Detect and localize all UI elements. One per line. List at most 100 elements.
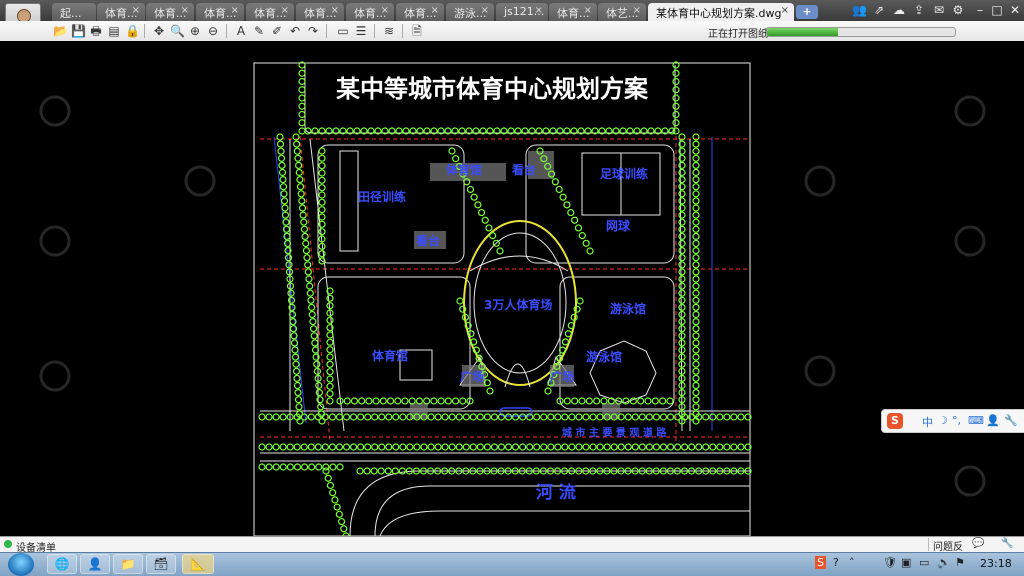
tree (291, 346, 299, 354)
punctuation-icon[interactable]: °, (952, 414, 961, 427)
tree (692, 325, 700, 333)
tray-arrow-icon[interactable]: ˄ (849, 556, 855, 569)
action-center-icon[interactable]: ⚑ (955, 556, 965, 569)
zoom-extents-icon[interactable]: ⊖ (206, 24, 220, 38)
opening-progress-bar (766, 27, 956, 37)
taskbar-clock[interactable]: 23:18 (980, 557, 1012, 570)
taskbar-app-cad[interactable]: 📐 (182, 554, 214, 574)
markup-icon[interactable]: ✐ (270, 24, 284, 38)
close-icon[interactable]: × (132, 5, 140, 16)
users-icon[interactable]: 👥 (852, 3, 867, 17)
close-window-icon[interactable]: ✕ (1008, 3, 1022, 17)
feedback-button[interactable]: 问题反馈 (928, 538, 971, 568)
export-icon[interactable]: ⇪ (912, 3, 926, 17)
keyboard-icon[interactable]: ⌨ (968, 414, 984, 427)
minimize-icon[interactable]: – (973, 3, 987, 17)
status-dot-icon (4, 540, 12, 548)
tab-file[interactable]: 体艺... × (598, 3, 646, 21)
close-icon[interactable]: × (381, 5, 389, 16)
undo-icon[interactable]: ↶ (288, 24, 302, 38)
close-icon[interactable]: × (633, 5, 641, 16)
maximize-icon[interactable]: □ (990, 3, 1004, 17)
ime-toolbar[interactable]: S 中 ☽ °, ⌨ 👤 🔧 (881, 409, 1024, 433)
tree (384, 467, 392, 475)
network-icon[interactable]: ▣ (901, 556, 911, 569)
tab-file[interactable]: 体育... × (549, 3, 597, 21)
volume-icon[interactable]: 🔊 (937, 556, 951, 569)
tab-file[interactable]: 体育... × (396, 3, 444, 21)
tree (286, 443, 294, 451)
pan-icon[interactable]: ✥ (152, 24, 166, 38)
chat-icon[interactable]: 💬 (972, 538, 986, 551)
tab-start[interactable]: 起... (52, 3, 96, 21)
layers-icon[interactable]: ≋ (382, 24, 396, 38)
lock-icon[interactable]: 🔒 (125, 24, 140, 38)
tree (476, 443, 484, 451)
taskbar-app-user[interactable]: 👤 (80, 554, 110, 574)
tree (427, 443, 435, 451)
river-banks (349, 470, 750, 536)
cloud-icon[interactable]: ☁ (892, 3, 906, 17)
document-icon[interactable]: 🗎 (410, 24, 424, 38)
close-icon[interactable]: × (181, 5, 189, 16)
close-icon[interactable]: × (281, 5, 289, 16)
close-icon[interactable]: × (331, 5, 339, 16)
tree (709, 413, 717, 421)
close-icon[interactable]: × (535, 5, 543, 16)
text-icon[interactable]: A (234, 24, 248, 38)
tree (386, 397, 395, 405)
tab-file[interactable]: 体育... × (196, 3, 244, 21)
redo-icon[interactable]: ↷ (306, 24, 320, 38)
security-icon[interactable]: 🛡 (883, 556, 897, 569)
opening-status-label: 正在打开图纸 (708, 29, 768, 40)
help-icon[interactable]: ? (833, 556, 839, 569)
close-icon[interactable]: × (584, 5, 592, 16)
tab-file[interactable]: 体育... × (146, 3, 194, 21)
tab-file[interactable]: 体育... × (346, 3, 394, 21)
tree (326, 481, 335, 490)
moon-icon[interactable]: ☽ (938, 414, 948, 427)
wrench-icon[interactable]: 🔧 (1004, 414, 1018, 427)
sogou-tray-icon[interactable]: S (815, 556, 826, 569)
monitor-icon[interactable]: ▭ (919, 556, 929, 569)
share-icon[interactable]: ⇗ (872, 3, 886, 17)
tree (526, 443, 534, 451)
tab-file[interactable]: 体育... × (246, 3, 294, 21)
open-icon[interactable]: 📂 (53, 24, 68, 38)
tree (695, 443, 703, 451)
pdf-icon[interactable]: ▤ (107, 24, 121, 38)
tree (456, 297, 464, 305)
message-icon[interactable]: ✉ (932, 3, 946, 17)
save-icon[interactable]: 💾 (71, 24, 86, 38)
tree (692, 353, 700, 361)
start-button[interactable] (8, 553, 34, 576)
ime-mode[interactable]: 中 (922, 414, 933, 430)
tab-file[interactable]: 体育... × (296, 3, 344, 21)
tab-file[interactable]: 游泳... × (446, 3, 494, 21)
tab-file[interactable]: 体育... × (97, 3, 145, 21)
tab-active-drawing[interactable]: 某体育中心规划方案.dwg × (648, 3, 794, 21)
tab-file[interactable]: js121... × (496, 3, 548, 21)
close-icon[interactable]: × (781, 5, 789, 16)
print-icon[interactable]: 🖶 (89, 24, 103, 38)
pencil-icon[interactable]: ✎ (252, 24, 266, 38)
zoom-window-icon[interactable]: ⊕ (188, 24, 202, 38)
tree (293, 443, 301, 451)
wrench-settings-icon[interactable]: 🔧 (1001, 538, 1015, 551)
close-icon[interactable]: × (481, 5, 489, 16)
close-icon[interactable]: × (231, 5, 239, 16)
close-icon[interactable]: × (431, 5, 439, 16)
measure-icon[interactable]: ▭ (336, 24, 350, 38)
taskbar-app-folder[interactable]: 📁 (113, 554, 143, 574)
settings-icon[interactable]: ⚙ (951, 3, 965, 17)
drawing-canvas[interactable]: 某中等城市体育中心规划方案 田径训练 体育馆 看台 足球训练 网球 看台 3万人… (0, 41, 1024, 536)
tree (563, 397, 571, 405)
taskbar-app-browser[interactable]: 🌐 (47, 554, 77, 574)
dimension-icon[interactable]: ☰ (354, 24, 368, 38)
tree (589, 443, 597, 451)
tree (477, 208, 486, 217)
new-tab-button[interactable]: + (796, 5, 818, 19)
zoom-realtime-icon[interactable]: 🔍 (170, 24, 185, 38)
user-icon[interactable]: 👤 (986, 414, 1000, 427)
taskbar-app-archive[interactable]: 🗃 (146, 554, 176, 574)
